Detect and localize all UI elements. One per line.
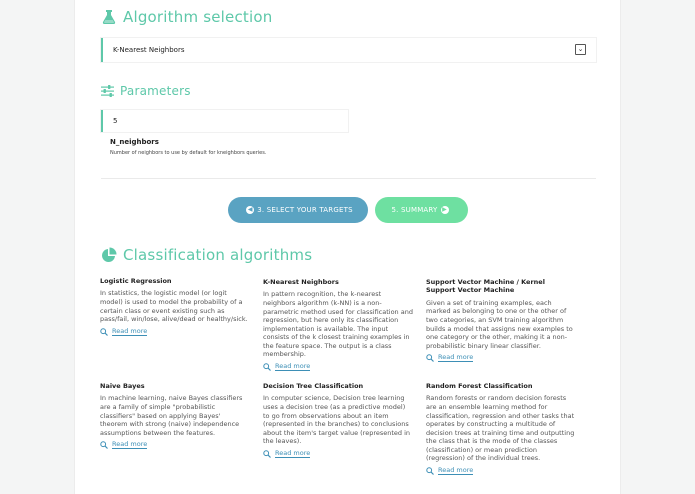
flask-icon bbox=[102, 10, 116, 24]
algo-description: In pattern recognition, the k-nearest ne… bbox=[263, 290, 413, 359]
algorithm-selection-heading: Algorithm selection bbox=[101, 8, 272, 26]
param-name-label: N_neighbors bbox=[110, 138, 159, 146]
search-icon bbox=[263, 450, 271, 458]
chevron-left-icon: ◀ bbox=[246, 206, 255, 214]
classification-title: Classification algorithms bbox=[123, 246, 313, 264]
classification-heading: Classification algorithms bbox=[101, 246, 312, 264]
read-more-link[interactable]: Read more bbox=[426, 466, 576, 476]
algo-description: Given a set of training examples, each m… bbox=[426, 298, 573, 350]
read-more-link[interactable]: Read more bbox=[100, 441, 250, 450]
algo-name: K-Nearest Neighbors bbox=[263, 278, 339, 286]
read-more-link[interactable]: Read more bbox=[100, 327, 250, 336]
algo-card-decision-tree: Decision Tree Classification In computer… bbox=[263, 382, 413, 459]
search-icon bbox=[100, 441, 108, 450]
summary-label: 5. SUMMARY bbox=[391, 206, 438, 214]
algo-card-knn: K-Nearest Neighbors In pattern recogniti… bbox=[263, 278, 413, 372]
algorithm-select[interactable]: K-Nearest Neighbors ⌄ bbox=[101, 38, 596, 62]
search-icon bbox=[263, 363, 271, 372]
read-more-link[interactable]: Read more bbox=[426, 354, 576, 363]
algo-name: Support Vector Machine / Kernel Support … bbox=[426, 278, 545, 295]
search-icon bbox=[426, 467, 434, 476]
search-icon bbox=[100, 328, 108, 336]
parameters-title: Parameters bbox=[120, 84, 191, 98]
pie-chart-icon bbox=[102, 247, 117, 262]
main-panel: Algorithm selection K-Nearest Neighbors … bbox=[74, 0, 621, 494]
algo-card-logistic-regression: Logistic Regression In statistics, the l… bbox=[100, 277, 250, 336]
chevron-down-icon[interactable]: ⌄ bbox=[575, 44, 586, 55]
algo-name: Logistic Regression bbox=[100, 277, 172, 285]
n-neighbors-input[interactable]: 5 bbox=[101, 110, 348, 132]
n-neighbors-value: 5 bbox=[113, 117, 118, 125]
algo-description: In statistics, the logistic model (or lo… bbox=[100, 289, 248, 324]
algo-name: Random Forest Classification bbox=[426, 382, 533, 390]
summary-button[interactable]: 5. SUMMARY ▶ bbox=[375, 197, 468, 223]
algo-description: In machine learning, naive Bayes classif… bbox=[100, 394, 243, 437]
algorithm-selection-title: Algorithm selection bbox=[123, 8, 273, 26]
select-targets-label: 3. SELECT YOUR TARGETS bbox=[257, 206, 353, 214]
algo-card-naive-bayes: Naive Bayes In machine learning, naive B… bbox=[100, 382, 250, 450]
param-help-text: Number of neighbors to use by default fo… bbox=[110, 150, 267, 156]
divider bbox=[101, 178, 596, 179]
algo-card-svm: Support Vector Machine / Kernel Support … bbox=[426, 278, 576, 363]
read-more-link[interactable]: Read more bbox=[263, 362, 413, 372]
read-more-link[interactable]: Read more bbox=[263, 449, 413, 459]
chevron-right-icon: ▶ bbox=[440, 206, 449, 214]
search-icon bbox=[426, 354, 434, 363]
algo-name: Decision Tree Classification bbox=[263, 382, 364, 390]
algo-card-random-forest: Random Forest Classification Random fore… bbox=[426, 382, 576, 476]
parameters-heading: Parameters bbox=[101, 84, 191, 98]
select-targets-button[interactable]: ◀ 3. SELECT YOUR TARGETS bbox=[228, 197, 368, 223]
algo-description: In computer science, Decision tree learn… bbox=[263, 394, 411, 446]
algo-name: Naive Bayes bbox=[100, 382, 145, 390]
algorithm-select-value: K-Nearest Neighbors bbox=[113, 46, 185, 54]
algo-description: Random forests or random decision forest… bbox=[426, 394, 575, 463]
sliders-icon bbox=[101, 85, 114, 97]
